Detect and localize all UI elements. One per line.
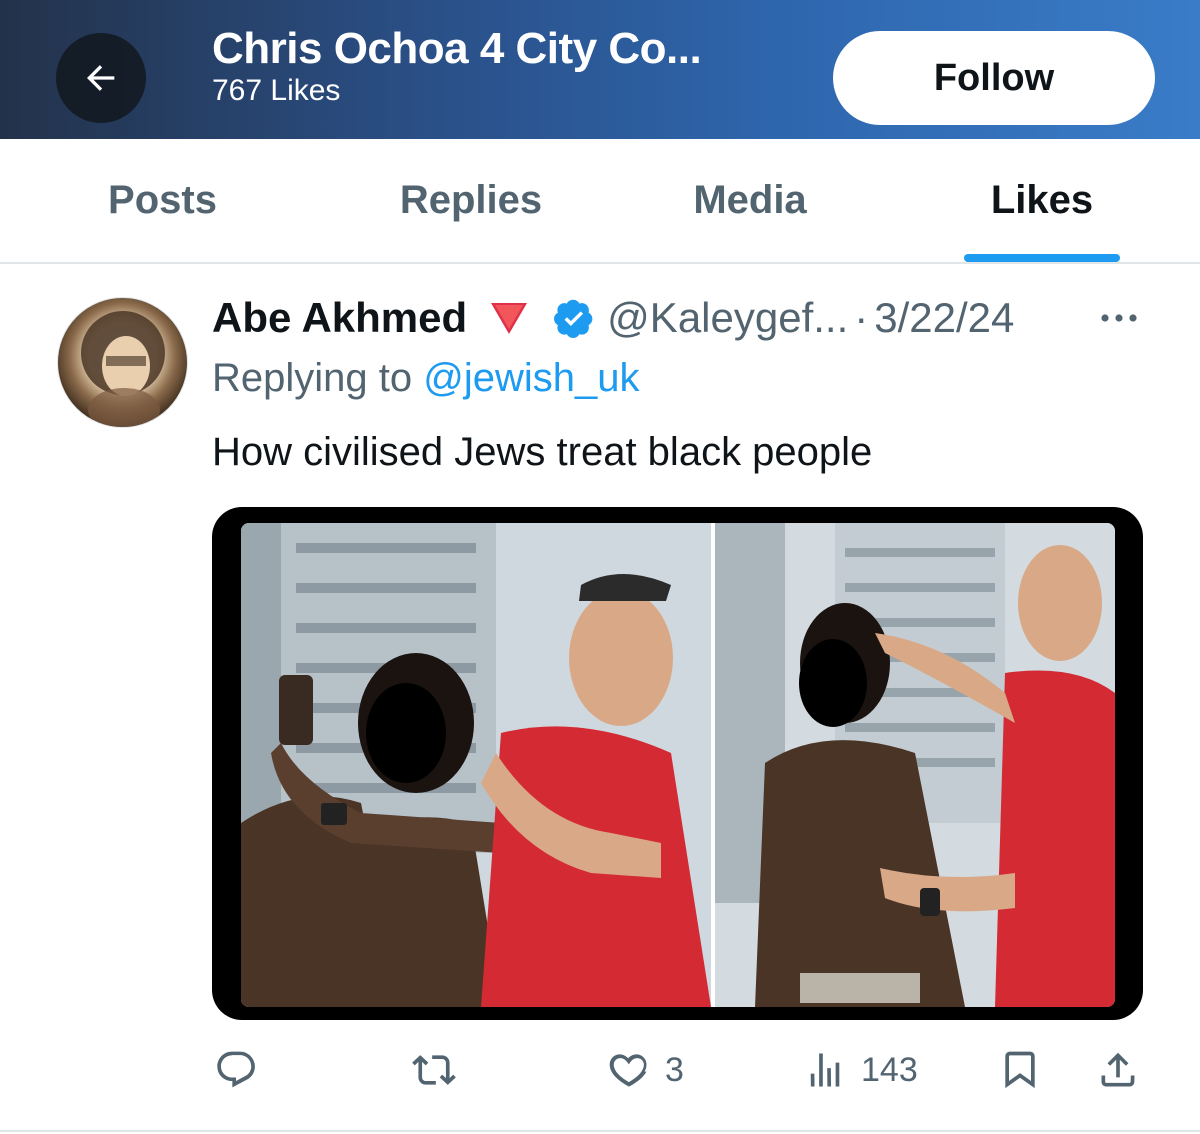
tweet-media[interactable] [212,507,1143,1020]
views-icon [810,1053,840,1087]
verified-badge-icon [554,299,593,338]
arrow-left-icon [87,65,115,91]
replying-prefix: Replying to [212,356,424,400]
profile-name: Chris Ochoa 4 City Co... [212,24,702,73]
share-button[interactable] [1096,1040,1140,1100]
author-handle[interactable]: @Kaleygef... [607,294,848,342]
follow-button[interactable]: Follow [833,31,1155,125]
active-tab-indicator [964,254,1120,262]
reply-icon [217,1051,255,1088]
views-button[interactable]: 143 [803,1040,918,1100]
avatar-image [81,311,165,427]
share-icon [1101,1052,1135,1087]
bookmark-icon [1005,1051,1035,1089]
tab-media[interactable]: Media [660,139,840,262]
tweet-text: How civilised Jews treat black people [212,430,873,474]
like-count: 3 [665,1050,684,1089]
tweet-actions: 3 143 [0,1040,1200,1100]
tweet-header: Abe Akhmed @Kaleygef... · 3/22/24 [212,292,1014,344]
tab-replies[interactable]: Replies [360,139,582,262]
media-photo-right [715,523,1115,1007]
author-name[interactable]: Abe Akhmed [212,294,467,342]
like-button[interactable]: 3 [607,1040,684,1100]
media-photo-left [241,523,711,1007]
retweet-icon [412,1055,456,1085]
more-icon[interactable] [1098,308,1140,328]
tab-posts[interactable]: Posts [60,139,265,262]
profile-header: Chris Ochoa 4 City Co... 767 Likes Follo… [0,0,1200,139]
back-button[interactable] [56,33,146,123]
reply-mention-link[interactable]: @jewish_uk [423,356,639,400]
tab-likes[interactable]: Likes [960,139,1124,262]
red-triangle-icon [491,303,528,334]
views-count: 143 [861,1050,918,1089]
reply-button[interactable] [214,1040,272,1100]
bookmark-button[interactable] [998,1040,1042,1100]
profile-tabs: Posts Replies Media Likes [0,139,1200,264]
separator-dot: · [854,294,869,341]
replying-to: Replying to @jewish_uk [212,356,639,401]
tweet-date[interactable]: 3/22/24 [874,294,1014,342]
heart-icon [609,1054,647,1087]
likes-count: 767 Likes [212,74,341,107]
tweet-divider [0,1130,1200,1132]
retweet-button[interactable] [412,1040,470,1100]
avatar[interactable] [57,297,188,428]
